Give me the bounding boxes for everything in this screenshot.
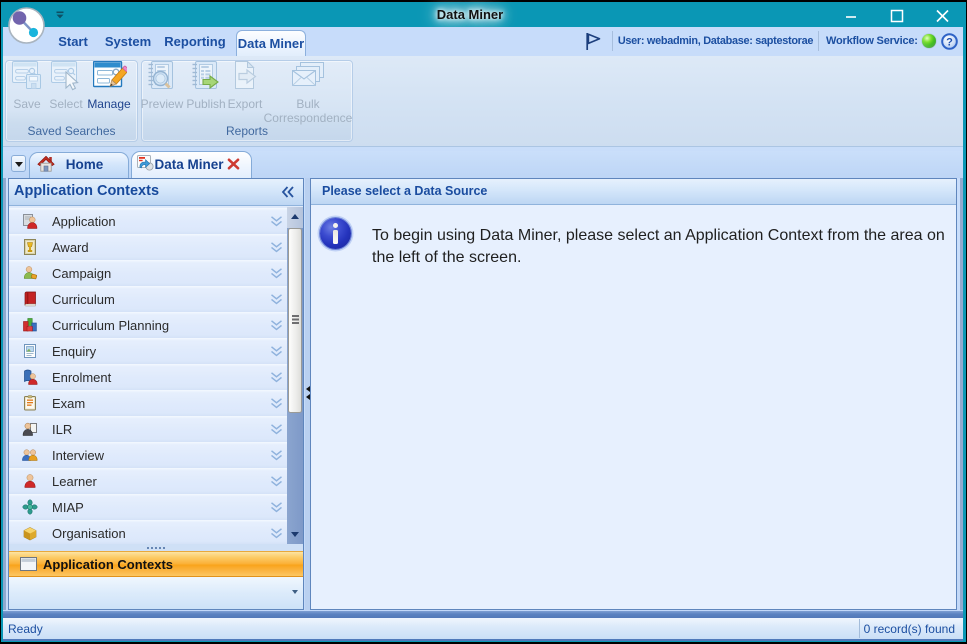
svg-text:?: ? <box>946 36 953 48</box>
